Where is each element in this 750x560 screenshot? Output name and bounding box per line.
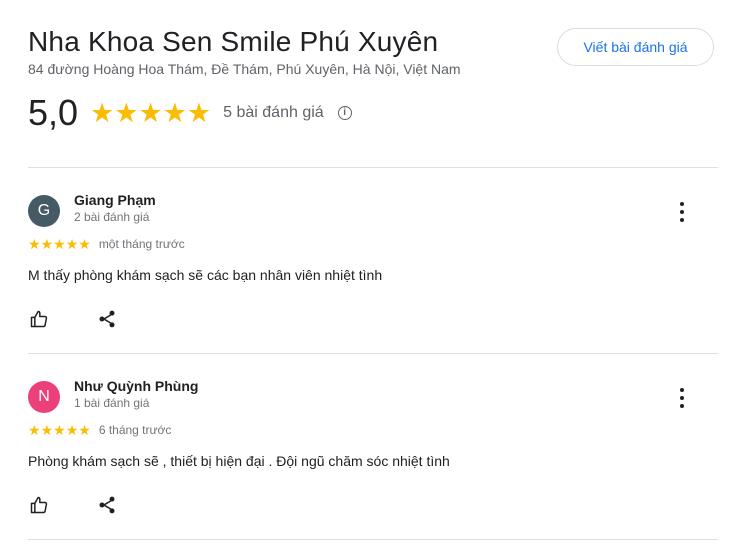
star-icon: ★ (162, 97, 187, 128)
star-icon: ★ (78, 422, 91, 438)
star-icon: ★ (138, 97, 163, 128)
avatar[interactable]: G (28, 195, 60, 227)
star-icon: ★ (90, 97, 115, 128)
info-icon[interactable]: i (337, 106, 352, 120)
share-icon[interactable] (96, 308, 118, 330)
divider (28, 539, 718, 540)
star-icon: ★ (65, 236, 79, 252)
reviewer-review-count: 1 bài đánh giá (74, 396, 150, 410)
star-icon: ★ (53, 422, 66, 438)
review-actions (28, 307, 718, 331)
star-icon: ★ (28, 236, 41, 252)
rating-summary: 5,0 ★ ★ ★ ★ ★ 5 bài đánh giá i (28, 92, 718, 134)
review-actions (28, 493, 718, 517)
star-icon: ★ (28, 422, 41, 438)
review-header: G Giang Phạm 2 bài đánh giá (28, 192, 718, 227)
reviewer-info: Như Quỳnh Phùng 1 bài đánh giá (74, 378, 198, 411)
review-text: Phòng khám sạch sẽ , thiết bị hiện đại .… (28, 453, 450, 469)
average-rating: 5,0 (28, 92, 79, 133)
thumb-up-icon[interactable] (28, 494, 50, 516)
star-icon: ★ (40, 236, 54, 252)
review-rating: ★ ★ ★ ★ ★ một tháng trước (28, 237, 718, 251)
star-icon: ★ (65, 422, 79, 438)
review-item: G Giang Phạm 2 bài đánh giá ★ ★ ★ ★ ★ mộ… (28, 168, 718, 353)
reviewer-review-count: 2 bài đánh giá (74, 210, 150, 224)
reviewer-info: Giang Phạm 2 bài đánh giá (74, 192, 156, 225)
reviewer-name[interactable]: Như Quỳnh Phùng (74, 378, 198, 395)
review-time: một tháng trước (98, 237, 185, 251)
review-time: 6 tháng trước (98, 423, 172, 437)
star-icon: ★ (53, 236, 66, 252)
review-count: 5 bài đánh giá (223, 104, 324, 121)
star-icon: ★ (40, 422, 54, 438)
reviewer-name[interactable]: Giang Phạm (74, 192, 156, 209)
more-options-icon[interactable] (672, 386, 692, 410)
thumb-up-icon[interactable] (28, 308, 50, 330)
review-item: N Như Quỳnh Phùng 1 bài đánh giá ★ ★ ★ ★… (28, 354, 718, 539)
write-review-button[interactable]: Viết bài đánh giá (557, 28, 714, 66)
star-icon: ★ (114, 97, 139, 128)
place-header: Nha Khoa Sen Smile Phú Xuyên 84 đường Ho… (28, 0, 718, 134)
avatar[interactable]: N (28, 381, 60, 413)
reviews-panel: Nha Khoa Sen Smile Phú Xuyên 84 đường Ho… (0, 0, 750, 560)
review-header: N Như Quỳnh Phùng 1 bài đánh giá (28, 378, 718, 413)
star-icon: ★ (186, 97, 212, 128)
review-text: M thấy phòng khám sạch sẽ các bạn nhân v… (28, 267, 383, 283)
more-options-icon[interactable] (672, 200, 692, 224)
share-icon[interactable] (96, 494, 118, 516)
star-icon: ★ (78, 236, 91, 252)
review-rating: ★ ★ ★ ★ ★ 6 tháng trước (28, 423, 718, 437)
summary-stars: ★ ★ ★ ★ ★ (90, 97, 212, 128)
